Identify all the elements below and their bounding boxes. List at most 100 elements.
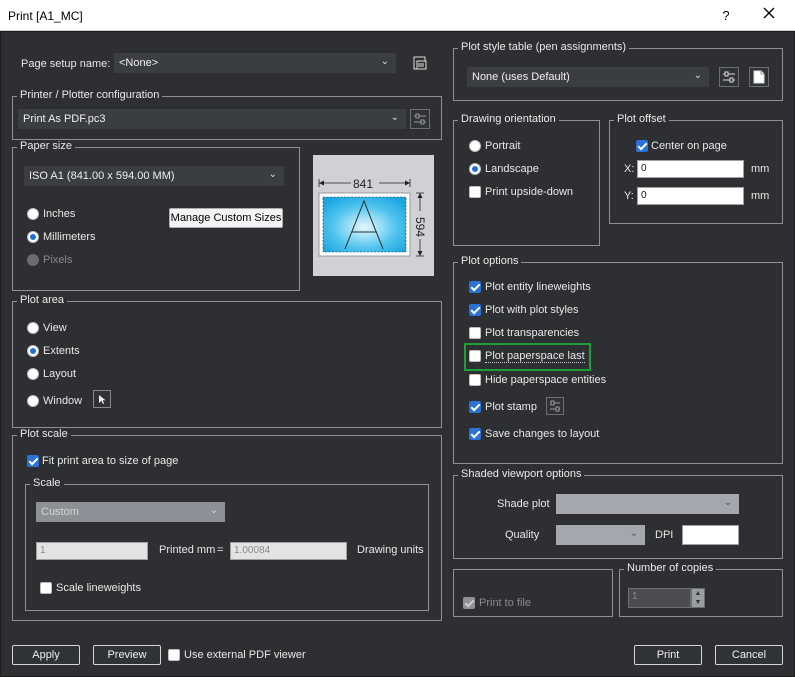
external-pdf-label: Use external PDF viewer bbox=[184, 649, 306, 661]
chevron-down-icon: ⌄ bbox=[390, 112, 399, 123]
plot-style-value: None (uses Default) bbox=[472, 71, 570, 83]
portrait-radio[interactable] bbox=[469, 140, 481, 152]
drawing-units-label: Drawing units bbox=[357, 544, 424, 556]
print-to-file-label: Print to file bbox=[479, 597, 531, 609]
window-radio[interactable] bbox=[27, 395, 39, 407]
scale-numerator-input: 1 bbox=[36, 542, 148, 560]
paper-height-label: 594 bbox=[413, 217, 427, 238]
printer-value: Print As PDF.pc3 bbox=[23, 113, 106, 125]
scale-lineweights-checkbox[interactable] bbox=[40, 582, 52, 594]
page-setup-dropdown[interactable]: <None> ⌄ bbox=[114, 53, 396, 73]
page-setup-icon[interactable] bbox=[410, 53, 430, 73]
paperspace-last-label: Plot paperspace last bbox=[485, 350, 585, 363]
manage-custom-sizes-button[interactable]: Manage Custom Sizes bbox=[169, 208, 283, 228]
plot-style-edit-icon[interactable] bbox=[719, 67, 739, 87]
title-bar: Print [A1_MC] ? bbox=[0, 0, 795, 31]
copies-input: 1 bbox=[628, 588, 691, 608]
window-title: Print [A1_MC] bbox=[8, 9, 83, 23]
new-plot-style-icon[interactable] bbox=[749, 67, 769, 87]
transparencies-checkbox[interactable] bbox=[469, 327, 481, 339]
orientation-legend: Drawing orientation bbox=[458, 113, 559, 125]
window-label: Window bbox=[43, 395, 83, 407]
print-dialog: Page setup name: <None> ⌄ Printer / Plot… bbox=[0, 31, 795, 677]
upside-down-checkbox[interactable] bbox=[469, 186, 481, 198]
plot-area-legend: Plot area bbox=[17, 294, 68, 306]
inches-label: Inches bbox=[43, 208, 76, 220]
close-icon[interactable] bbox=[756, 4, 782, 28]
millimeters-radio[interactable] bbox=[27, 231, 39, 243]
scale-subgroup: Scale Custom ⌄ 1 Printed mm = 1.00084 Dr… bbox=[25, 477, 429, 611]
dpi-input bbox=[682, 525, 739, 545]
paper-size-dropdown[interactable]: ISO A1 (841.00 x 594.00 MM) ⌄ bbox=[24, 166, 284, 186]
shaded-viewport-group: Shaded viewport options Shade plot ⌄ Qua… bbox=[453, 468, 783, 559]
cancel-button[interactable]: Cancel bbox=[715, 645, 783, 665]
quality-dropdown: ⌄ bbox=[556, 525, 645, 545]
paper-size-legend: Paper size bbox=[17, 140, 75, 152]
save-changes-checkbox[interactable] bbox=[469, 428, 481, 440]
shade-plot-label: Shade plot bbox=[497, 498, 550, 510]
scale-lineweights-label: Scale lineweights bbox=[56, 582, 141, 594]
inches-radio[interactable] bbox=[27, 208, 39, 220]
paperspace-last-checkbox[interactable] bbox=[469, 350, 481, 362]
center-on-page-label: Center on page bbox=[651, 140, 727, 152]
center-on-page-checkbox[interactable] bbox=[636, 140, 648, 152]
page-setup-label: Page setup name: bbox=[21, 58, 111, 70]
apply-button[interactable]: Apply bbox=[12, 645, 80, 665]
offset-x-label: X: bbox=[624, 163, 635, 175]
view-radio[interactable] bbox=[27, 322, 39, 334]
copies-legend: Number of copies bbox=[624, 562, 717, 574]
quality-label: Quality bbox=[505, 529, 540, 541]
plot-stamp-checkbox[interactable] bbox=[469, 401, 481, 413]
fit-to-page-checkbox[interactable] bbox=[27, 455, 39, 467]
plot-stamp-label: Plot stamp bbox=[485, 401, 537, 413]
landscape-label: Landscape bbox=[485, 163, 539, 175]
help-icon[interactable]: ? bbox=[716, 6, 736, 26]
window-pick-icon[interactable] bbox=[93, 390, 111, 408]
paper-size-value: ISO A1 (841.00 x 594.00 MM) bbox=[29, 170, 175, 182]
paper-preview-drawing bbox=[318, 177, 426, 257]
plot-styles-label: Plot with plot styles bbox=[485, 304, 579, 316]
offset-x-unit: mm bbox=[751, 163, 770, 175]
plot-styles-checkbox[interactable] bbox=[469, 304, 481, 316]
offset-x-input[interactable]: 0 bbox=[637, 160, 744, 178]
external-pdf-checkbox[interactable] bbox=[168, 649, 180, 661]
printer-properties-icon[interactable] bbox=[410, 109, 430, 129]
scale-value: Custom bbox=[41, 506, 79, 518]
plot-scale-legend: Plot scale bbox=[17, 428, 71, 440]
print-button[interactable]: Print bbox=[634, 645, 702, 665]
print-to-file-checkbox bbox=[463, 597, 475, 609]
layout-label: Layout bbox=[43, 368, 77, 380]
view-label: View bbox=[43, 322, 67, 334]
entity-lineweights-checkbox[interactable] bbox=[469, 281, 481, 293]
offset-y-input[interactable]: 0 bbox=[637, 187, 744, 205]
shaded-viewport-legend: Shaded viewport options bbox=[458, 468, 585, 480]
chevron-down-icon: ⌄ bbox=[629, 528, 638, 539]
chevron-down-icon: ⌄ bbox=[723, 497, 732, 508]
offset-y-unit: mm bbox=[751, 190, 770, 202]
plot-offset-group: Plot offset Center on page X: 0 mm Y: 0 … bbox=[609, 113, 783, 224]
printer-dropdown[interactable]: Print As PDF.pc3 ⌄ bbox=[18, 109, 406, 129]
chevron-down-icon: ⌄ bbox=[380, 56, 389, 67]
plot-style-legend: Plot style table (pen assignments) bbox=[458, 41, 630, 53]
chevron-down-icon: ⌄ bbox=[209, 505, 218, 516]
printer-group: Printer / Plotter configuration Print As… bbox=[12, 89, 442, 140]
preview-button[interactable]: Preview bbox=[93, 645, 161, 665]
spinner-icon: ▲ ▼ bbox=[691, 588, 705, 608]
hide-paperspace-checkbox[interactable] bbox=[469, 374, 481, 386]
layout-radio[interactable] bbox=[27, 368, 39, 380]
plot-style-dropdown[interactable]: None (uses Default) ⌄ bbox=[467, 67, 709, 87]
pixels-radio bbox=[27, 254, 39, 266]
shade-plot-dropdown: ⌄ bbox=[556, 494, 739, 514]
extents-radio[interactable] bbox=[27, 345, 39, 357]
landscape-radio[interactable] bbox=[469, 163, 481, 175]
upside-down-label: Print upside-down bbox=[485, 186, 574, 198]
paper-preview: 841 594 bbox=[313, 155, 434, 276]
hide-paperspace-label: Hide paperspace entities bbox=[485, 374, 607, 386]
chevron-down-icon: ⌄ bbox=[693, 70, 702, 81]
entity-lineweights-label: Plot entity lineweights bbox=[485, 281, 591, 293]
paper-width-label: 841 bbox=[353, 177, 374, 191]
orientation-group: Drawing orientation Portrait Landscape P… bbox=[453, 113, 600, 246]
page-setup-value: <None> bbox=[119, 57, 159, 69]
plot-stamp-settings-icon[interactable] bbox=[546, 397, 564, 415]
copies-group: Number of copies 1 ▲ ▼ bbox=[619, 562, 783, 617]
